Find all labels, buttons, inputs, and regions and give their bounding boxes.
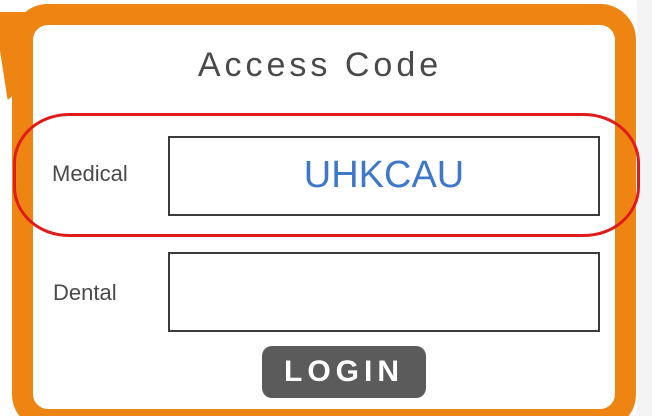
login-button[interactable]: LOGIN [262,346,426,398]
medical-code-field[interactable]: UHKCAU [168,136,600,216]
access-code-title: Access Code [197,46,443,84]
background-strip [637,0,652,416]
dental-code-field[interactable] [168,252,600,332]
medical-code-value: UHKCAU [303,154,465,196]
access-code-screen: Access Code Medical UHKCAU Dental LOGIN [0,0,652,416]
dental-label: Dental [53,280,117,305]
medical-label: Medical [52,161,128,186]
